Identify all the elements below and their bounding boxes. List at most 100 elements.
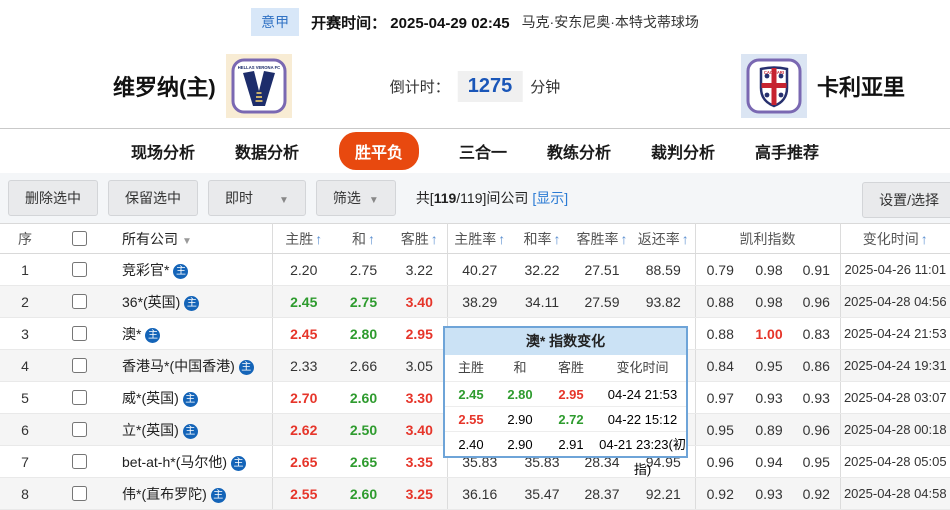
time-filter-dropdown[interactable]: 即时 ▼ [208,180,306,216]
company-name-cell[interactable]: 澳* 主 [108,317,273,350]
col-header-home-win[interactable]: 主胜 ↑ [272,223,335,254]
sort-asc-icon: ↑ [553,230,561,247]
col-header-away-win[interactable]: 客胜 ↑ [392,223,448,254]
row-checkbox[interactable] [72,486,87,501]
row-checkbox[interactable] [72,454,87,469]
countdown-unit: 分钟 [530,78,561,96]
row-checkbox-cell [50,445,108,478]
odds-away-win: 3.25 [392,477,448,510]
change-time-label: 变化时间 [862,230,919,247]
odds-home-win: 2.70 [272,381,335,414]
odds-home-win: 2.45 [272,285,335,318]
row-seq: 6 [0,413,50,446]
col-header-change-time[interactable]: 变化时间 ↑ [840,223,950,254]
tab-裁判分析[interactable]: 裁判分析 [651,139,715,163]
popup-change-time: 04-21 23:23(初指) [599,437,686,477]
tab-教练分析[interactable]: 教练分析 [547,139,611,163]
row-checkbox[interactable] [72,422,87,437]
company-header-label: 所有公司 [122,230,178,247]
rate-away: 27.59 [572,285,632,318]
tab-胜平负[interactable]: 胜平负 [338,132,419,170]
popup-data-row: 2.55 2.90 2.72 04-22 15:12 [445,406,686,431]
keep-selected-button[interactable]: 保留选中 [108,180,198,216]
row-checkbox-cell [50,253,108,286]
kelly-home: 0.96 [695,445,745,478]
odds-away-win: 3.40 [392,285,448,318]
col-header-return-rate[interactable]: 返还率 ↑ [632,223,696,254]
odds-home-win: 2.45 [272,317,335,350]
col-header-draw-rate[interactable]: 和率 ↑ [512,223,572,254]
away-team-name: 卡利亚里 [816,75,905,100]
odds-change-popup: 澳* 指数变化 主胜和客胜 变化时间 2.45 2.80 2.95 04-24 21:53 2… [443,326,688,477]
col-header-draw[interactable]: 和 ↑ [335,223,392,254]
col-header-company[interactable]: 所有公司 ▼ [108,223,273,254]
main-company-badge-icon: 主 [238,359,254,375]
change-time: 2025-04-24 21:53 [840,317,950,350]
main-company-badge-icon: 主 [182,423,198,439]
popup-col-header: 变化时间 [616,360,669,375]
odds-home-win: 2.33 [272,349,335,382]
company-name-cell[interactable]: 威*(英国) 主 [108,381,273,414]
odds-draw: 2.66 [335,349,392,382]
row-checkbox[interactable] [72,326,87,341]
sort-asc-icon: ↑ [315,230,323,247]
table-row: 2 36*(英国) 主 2.45 2.75 3.40 38.29 34.11 27.59 93.8… [0,285,950,318]
countdown: 倒计时： 1275 分钟 [390,70,561,102]
filter-label: 筛选 [332,190,361,206]
kelly-draw: 0.98 [745,285,793,318]
company-name-cell[interactable]: 立*(英国) 主 [108,413,273,446]
filter-button[interactable]: 筛选 ▼ [315,180,396,216]
tab-现场分析[interactable]: 现场分析 [131,139,195,163]
change-time: 2025-04-28 04:58 [840,477,950,510]
select-all-checkbox[interactable] [72,231,87,246]
company-name: 澳* [122,325,142,342]
row-checkbox[interactable] [72,390,87,405]
row-checkbox[interactable] [72,294,87,309]
odds-away-win: 3.40 [392,413,448,446]
rate-draw: 32.22 [512,253,572,286]
tab-三合一[interactable]: 三合一 [459,139,507,163]
odds-home-win: 2.65 [272,445,335,478]
chevron-down-icon: ▼ [279,195,289,206]
cagliari-crest-icon: CAGLIARI [746,58,802,114]
tab-数据分析[interactable]: 数据分析 [235,139,299,163]
sort-asc-icon: ↑ [498,230,506,247]
company-name-cell[interactable]: bet-at-h*(马尔他) 主 [108,445,273,478]
league-badge[interactable]: 意甲 [251,8,300,36]
show-link[interactable]: [显示] [532,188,568,208]
main-company-badge-icon: 主 [145,327,161,343]
chevron-down-icon: ▼ [368,195,379,206]
kelly-draw: 0.93 [745,381,793,414]
row-checkbox[interactable] [72,262,87,277]
kelly-draw: 0.94 [745,445,793,478]
settings-select-button[interactable]: 设置/选择 [862,182,950,218]
tab-高手推荐[interactable]: 高手推荐 [755,139,819,163]
popup-odds-value: 2.72 [558,412,584,427]
company-name-cell[interactable]: 竞彩官* 主 [108,253,273,286]
row-checkbox-cell [50,381,108,414]
delete-selected-button[interactable]: 删除选中 [8,180,98,216]
popup-change-time: 04-24 21:53 [607,387,678,402]
kelly-away: 0.96 [793,413,841,446]
company-name-cell[interactable]: 香港马*(中国香港) 主 [108,349,273,382]
rate-home: 40.27 [447,253,512,286]
kickoff-time: 开赛时间： 2025-04-29 02:45 [311,12,509,33]
svg-text:CAGLIARI: CAGLIARI [764,70,784,75]
analysis-tabs: 现场分析 数据分析 胜平负 三合一 教练分析 裁判分析 高手推荐 [0,128,950,173]
col-header-home-rate[interactable]: 主胜率 ↑ [447,223,512,254]
company-name-cell[interactable]: 伟*(直布罗陀) 主 [108,477,273,510]
odds-home-win: 2.55 [272,477,335,510]
col-header-away-rate[interactable]: 客胜率 ↑ [572,223,632,254]
odds-away-win: 2.95 [392,317,448,350]
row-checkbox[interactable] [72,358,87,373]
rate-away: 27.51 [572,253,632,286]
col-header-away-rate-label: 客胜率 [576,230,619,247]
change-time: 2025-04-28 05:05 [840,445,950,478]
away-team: CAGLIARI 卡利亚里 [740,54,905,118]
rate-return: 88.59 [632,253,696,286]
kickoff-label: 开赛时间： [311,14,387,32]
company-name-cell[interactable]: 36*(英国) 主 [108,285,273,318]
kelly-draw: 0.93 [745,477,793,510]
kelly-draw: 0.89 [745,413,793,446]
popup-odds-value: 2.95 [558,387,584,402]
